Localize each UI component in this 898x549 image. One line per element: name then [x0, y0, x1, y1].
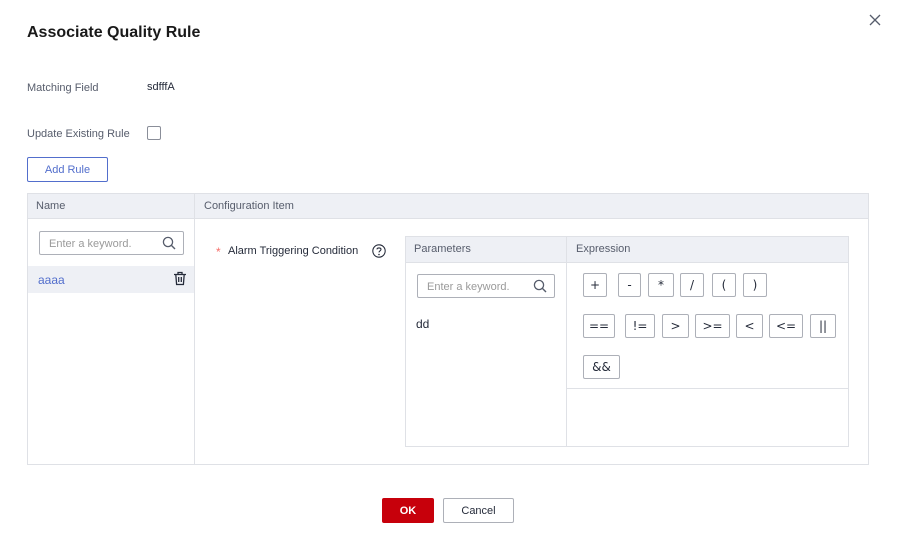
search-icon[interactable]: [533, 279, 547, 293]
ok-button[interactable]: OK: [382, 498, 434, 523]
column-divider: [194, 194, 195, 464]
operator-not-equal-button[interactable]: !=: [625, 314, 655, 338]
operator-or-button[interactable]: ||: [810, 314, 836, 338]
operator-less-equal-button[interactable]: <=: [769, 314, 803, 338]
operator-multiply-button[interactable]: *: [648, 273, 674, 297]
operator-open-paren-button[interactable]: (: [712, 273, 736, 297]
search-icon[interactable]: [162, 236, 176, 250]
close-icon[interactable]: [866, 11, 884, 29]
operator-close-paren-button[interactable]: ): [743, 273, 767, 297]
operator-greater-equal-button[interactable]: >=: [695, 314, 730, 338]
update-existing-checkbox[interactable]: [147, 126, 161, 140]
rule-search-input[interactable]: [49, 236, 149, 251]
rule-name[interactable]: aaaa: [38, 273, 65, 287]
expression-panel: Parameters Expression dd + - * / ( ) == …: [405, 236, 849, 447]
operator-plus-button[interactable]: +: [583, 273, 607, 297]
expression-header: Expression: [576, 243, 631, 255]
operator-minus-button[interactable]: -: [618, 273, 641, 297]
operator-divide-button[interactable]: /: [680, 273, 704, 297]
add-rule-button[interactable]: Add Rule: [27, 157, 108, 182]
parameter-item[interactable]: dd: [416, 317, 429, 331]
help-icon[interactable]: [372, 244, 386, 258]
column-header-configuration: Configuration Item: [204, 200, 294, 212]
update-existing-label: Update Existing Rule: [27, 128, 130, 140]
matching-field-label: Matching Field: [27, 82, 99, 94]
trash-icon[interactable]: [173, 271, 187, 286]
operator-greater-button[interactable]: >: [662, 314, 689, 338]
alarm-condition-label: Alarm Triggering Condition: [228, 245, 359, 257]
cancel-button[interactable]: Cancel: [443, 498, 514, 523]
matching-field-value: sdfffA: [147, 81, 175, 93]
operator-and-button[interactable]: &&: [583, 355, 620, 379]
operator-equal-button[interactable]: ==: [583, 314, 615, 338]
dialog-title: Associate Quality Rule: [27, 24, 201, 41]
expression-panel-header: Parameters Expression: [406, 237, 848, 263]
expression-input-divider: [567, 388, 848, 389]
rule-search-box[interactable]: [39, 231, 184, 255]
rules-table-header: Name Configuration Item: [28, 194, 868, 219]
expression-divider: [566, 237, 567, 446]
column-header-name: Name: [36, 200, 66, 212]
parameter-search-input[interactable]: [427, 279, 527, 294]
parameters-header: Parameters: [414, 243, 471, 255]
required-mark: *: [216, 245, 221, 259]
parameter-search-box[interactable]: [417, 274, 555, 298]
rule-list-item[interactable]: aaaa: [28, 266, 194, 293]
operator-less-button[interactable]: <: [736, 314, 763, 338]
